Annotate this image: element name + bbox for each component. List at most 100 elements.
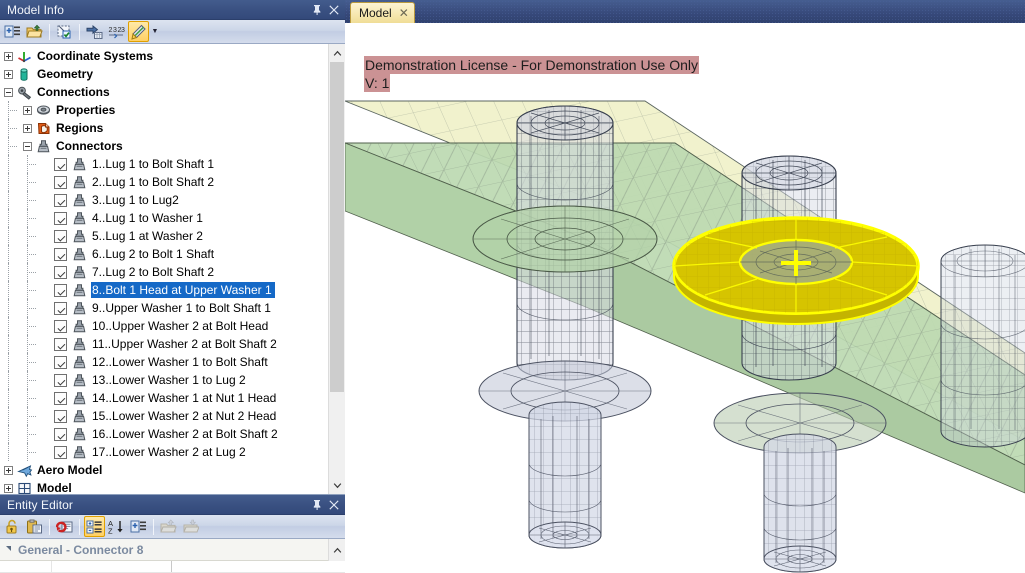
tree-item-checkbox[interactable]	[54, 283, 67, 297]
tree-indent	[0, 137, 19, 155]
expand-plus-icon[interactable]	[0, 65, 16, 83]
add-entity-icon[interactable]	[2, 21, 23, 42]
tree-expander-placeholder	[38, 227, 54, 245]
tree-item-checkbox[interactable]	[54, 175, 67, 189]
tree-item[interactable]: 12..Lower Washer 1 to Bolt Shaft	[0, 353, 328, 371]
tree-item-checkbox[interactable]	[54, 337, 67, 351]
tree-item[interactable]: Coordinate Systems	[0, 47, 328, 65]
scrollbar-thumb[interactable]	[330, 62, 344, 392]
refresh-icon[interactable]	[54, 516, 75, 537]
expand-plus-icon[interactable]	[19, 101, 35, 119]
lock-icon[interactable]	[2, 516, 23, 537]
tree-guide-line	[8, 425, 9, 443]
tree-item-checkbox[interactable]	[54, 445, 67, 459]
tree-item-checkbox[interactable]	[54, 427, 67, 441]
highlight-pen-icon[interactable]	[128, 21, 149, 42]
3d-viewport[interactable]: Demonstration License - For Demonstratio…	[345, 23, 1025, 573]
tree-item[interactable]: 6..Lug 2 to Bolt 1 Shaft	[0, 245, 328, 263]
tree-item[interactable]: 7..Lug 2 to Bolt Shaft 2	[0, 263, 328, 281]
tree-item[interactable]: Aero Model	[0, 461, 328, 479]
tree-item-checkbox[interactable]	[54, 355, 67, 369]
tree-item[interactable]: Geometry	[0, 65, 328, 83]
connector-icon	[71, 282, 88, 298]
expand-plus-icon[interactable]	[0, 47, 16, 65]
tree-item[interactable]: 2..Lug 1 to Bolt Shaft 2	[0, 173, 328, 191]
tree-item[interactable]: 8..Bolt 1 Head at Upper Washer 1	[0, 281, 328, 299]
entity-editor-group-header[interactable]: General - Connector 8	[0, 539, 345, 561]
tree-item-checkbox[interactable]	[54, 193, 67, 207]
collapse-minus-icon[interactable]	[0, 83, 16, 101]
tree-item-checkbox[interactable]	[54, 247, 67, 261]
select-check-icon[interactable]	[54, 21, 75, 42]
connector-icon	[71, 408, 88, 424]
tree-item-checkbox[interactable]	[54, 301, 67, 315]
tree-item[interactable]: 9..Upper Washer 1 to Bolt Shaft 1	[0, 299, 328, 317]
tree-guide-line	[27, 398, 36, 399]
tree-item[interactable]: Properties	[0, 101, 328, 119]
expand-plus-icon[interactable]	[19, 119, 35, 137]
scroll-up-arrow-icon[interactable]	[329, 44, 345, 61]
tree-item[interactable]: Model	[0, 479, 328, 494]
sort-alpha-icon[interactable]: A Z	[106, 516, 127, 537]
open-folder-icon[interactable]	[24, 21, 45, 42]
tree-item-checkbox[interactable]	[54, 229, 67, 243]
tree-guide-line	[8, 209, 9, 227]
close-icon[interactable]	[326, 2, 341, 17]
tree-item-checkbox[interactable]	[54, 319, 67, 333]
collapse-minus-icon[interactable]	[19, 137, 35, 155]
toolbar-separator	[49, 23, 50, 40]
tree-item-label: 4..Lug 1 to Washer 1	[92, 211, 203, 225]
paste-icon[interactable]	[24, 516, 45, 537]
expander-box	[3, 69, 13, 79]
tree-indent	[0, 263, 38, 281]
tree-item[interactable]: 15..Lower Washer 2 at Nut 2 Head	[0, 407, 328, 425]
tree-item[interactable]: 11..Upper Washer 2 at Bolt Shaft 2	[0, 335, 328, 353]
tree-item[interactable]: 10..Upper Washer 2 at Bolt Head	[0, 317, 328, 335]
move-to-icon[interactable]	[84, 21, 105, 42]
tree-item-checkbox[interactable]	[54, 265, 67, 279]
expand-plus-icon[interactable]	[0, 461, 16, 479]
scroll-down-arrow-icon[interactable]	[329, 477, 345, 494]
connector-icon	[71, 300, 88, 316]
model-info-title: Model Info	[7, 2, 65, 17]
expand-all-icon[interactable]	[128, 516, 149, 537]
tree-item[interactable]: 3..Lug 1 to Lug2	[0, 191, 328, 209]
svg-text:3: 3	[121, 27, 125, 34]
tree-indent	[0, 155, 38, 173]
tree-item[interactable]: 17..Lower Washer 2 at Lug 2	[0, 443, 328, 461]
tab-model[interactable]: Model ✕	[350, 2, 415, 23]
tree-item[interactable]: Regions	[0, 119, 328, 137]
import-icon[interactable]	[158, 516, 179, 537]
pin-icon[interactable]	[309, 2, 324, 17]
tree-item-checkbox[interactable]	[54, 409, 67, 423]
triangle-collapse-icon[interactable]	[6, 546, 11, 551]
entity-editor-grid-row	[0, 561, 345, 573]
export-icon[interactable]	[180, 516, 201, 537]
categorized-view-icon[interactable]	[84, 516, 105, 537]
tree-item[interactable]: 16..Lower Washer 2 at Bolt Shaft 2	[0, 425, 328, 443]
tree-item-checkbox[interactable]	[54, 211, 67, 225]
tree-indent	[0, 173, 38, 191]
tree-item[interactable]: 14..Lower Washer 1 at Nut 1 Head	[0, 389, 328, 407]
tree-vertical-scrollbar[interactable]	[328, 44, 345, 494]
tree-guide-line	[27, 452, 36, 453]
close-icon[interactable]: ✕	[399, 7, 409, 19]
tree-item[interactable]: 4..Lug 1 to Washer 1	[0, 209, 328, 227]
left-washer-disc	[472, 205, 658, 273]
expand-plus-icon[interactable]	[0, 479, 16, 494]
entity-editor-scroll-up-icon[interactable]	[328, 539, 345, 561]
close-icon[interactable]	[326, 497, 341, 512]
tree-item[interactable]: 5..Lug 1 at Washer 2	[0, 227, 328, 245]
tree-item[interactable]: Connections	[0, 83, 328, 101]
tree-item[interactable]: 13..Lower Washer 1 to Lug 2	[0, 371, 328, 389]
renumber-icon[interactable]: 2 3 2 3	[106, 21, 127, 42]
tree-item-checkbox[interactable]	[54, 157, 67, 171]
pin-icon[interactable]	[309, 497, 324, 512]
tree-item-checkbox[interactable]	[54, 391, 67, 405]
tree-item-checkbox[interactable]	[54, 373, 67, 387]
dropdown-arrow-icon[interactable]: ▼	[150, 21, 160, 42]
left-nut-cylinder	[528, 401, 602, 549]
application-window: Model Info 2 3 2 3 ▼ Coordinate Systems …	[0, 0, 1025, 573]
tree-item[interactable]: 1..Lug 1 to Bolt Shaft 1	[0, 155, 328, 173]
tree-item[interactable]: Connectors	[0, 137, 328, 155]
